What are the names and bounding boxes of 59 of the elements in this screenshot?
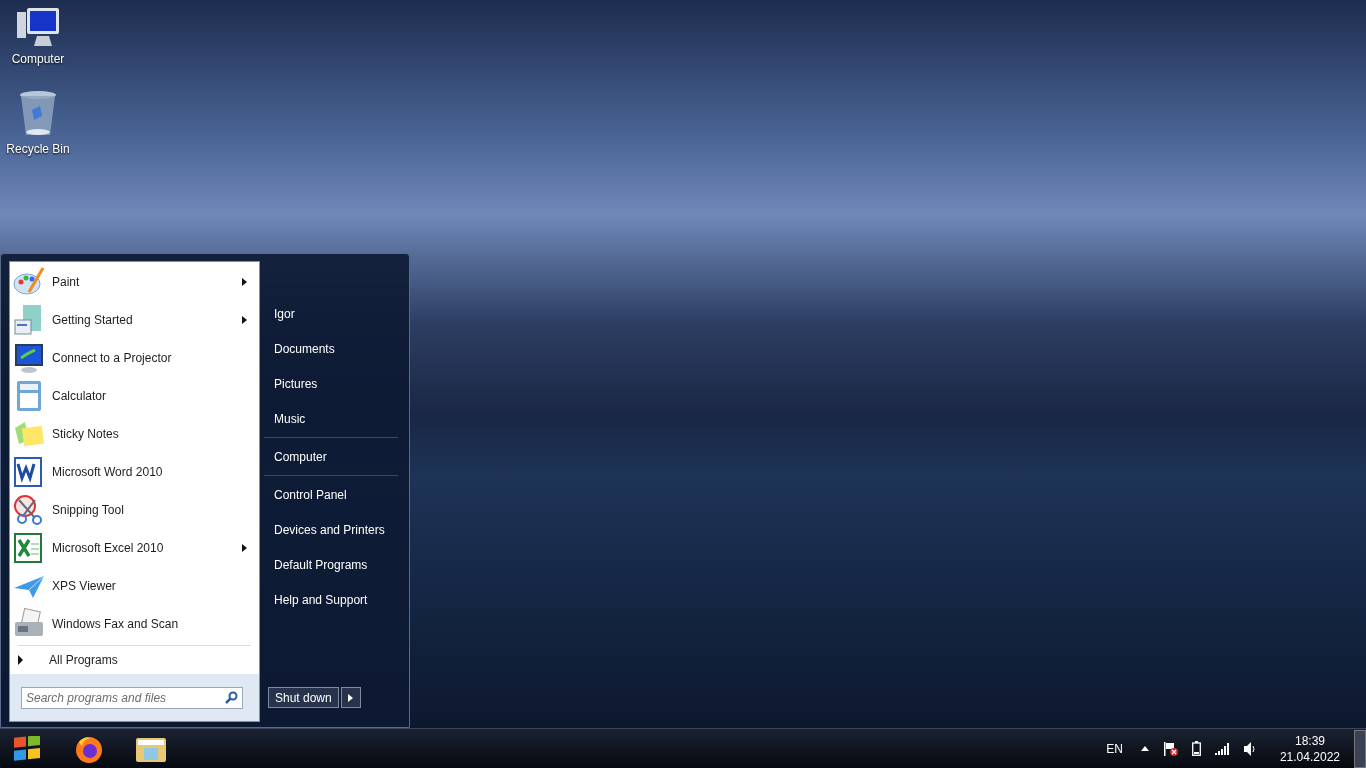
palette-icon	[13, 266, 45, 298]
flag-icon[interactable]	[1162, 740, 1179, 757]
start-menu-link[interactable]: Help and Support	[264, 582, 398, 617]
start-menu-link[interactable]: Igor	[264, 296, 398, 331]
caret-right-icon[interactable]	[242, 316, 247, 324]
program-item[interactable]: Connect to a Projector	[10, 339, 259, 377]
start-menu-link[interactable]: Default Programs	[264, 547, 398, 582]
windows-logo-icon	[12, 735, 42, 762]
caret-right-icon	[348, 693, 354, 702]
clock-date: 21.04.2022	[1279, 748, 1340, 765]
program-label: XPS Viewer	[52, 578, 117, 595]
desktop-shortcut[interactable]: Computer	[0, 6, 76, 68]
language-indicator[interactable]: EN	[1106, 739, 1123, 758]
speaker-icon[interactable]	[1243, 741, 1256, 756]
caret-right-icon[interactable]	[242, 544, 247, 552]
program-label: Snipping Tool	[52, 502, 125, 519]
start-menu-link[interactable]: Music	[264, 401, 398, 436]
program-item[interactable]: Snipping Tool	[10, 491, 259, 529]
recycle-bin-icon	[18, 90, 58, 138]
start-menu-link[interactable]: Pictures	[264, 366, 398, 401]
program-item[interactable]: Getting Started	[10, 301, 259, 339]
program-label: Microsoft Word 2010	[52, 464, 164, 481]
caret-right-icon[interactable]	[242, 278, 247, 286]
clock[interactable]: 18:39 21.04.2022	[1279, 732, 1340, 765]
word-document-icon	[13, 456, 45, 488]
start-menu-link[interactable]: Devices and Printers	[264, 512, 398, 547]
shut-down-button[interactable]: Shut down	[268, 687, 339, 708]
program-item[interactable]: Microsoft Excel 2010	[10, 529, 259, 567]
search-field[interactable]: Search programs and files	[21, 686, 243, 709]
program-label: Calculator	[52, 388, 108, 405]
program-label: Connect to a Projector	[52, 350, 173, 367]
signal-icon[interactable]	[1214, 742, 1230, 755]
caret-up-icon[interactable]	[1140, 746, 1149, 751]
monitor-icon	[13, 342, 45, 374]
spreadsheet-icon	[13, 532, 45, 564]
shut-down-options-button[interactable]	[340, 687, 361, 708]
all-programs-item[interactable]: All Programs	[10, 648, 259, 672]
battery-icon[interactable]	[1191, 741, 1201, 756]
start-menu-link[interactable]: Documents	[264, 331, 398, 366]
caret-right-icon	[18, 655, 23, 665]
desktop-shortcut[interactable]: Recycle Bin	[0, 90, 76, 158]
program-label: Microsoft Excel 2010	[52, 540, 165, 557]
program-label: Getting Started	[52, 312, 134, 329]
program-item[interactable]: Calculator	[10, 377, 259, 415]
program-label: Paint	[52, 274, 81, 291]
search-icon	[225, 691, 238, 704]
computer-monitor-icon	[15, 6, 61, 48]
program-label: Windows Fax and Scan	[52, 616, 180, 633]
clock-time: 18:39	[1294, 732, 1325, 749]
program-item[interactable]: Microsoft Word 2010	[10, 453, 259, 491]
program-label: Sticky Notes	[52, 426, 120, 443]
program-item[interactable]: Windows Fax and Scan	[10, 605, 259, 643]
start-menu-link[interactable]: Control Panel	[264, 477, 398, 512]
start-menu-link[interactable]: Computer	[264, 439, 398, 474]
scissors-icon	[13, 494, 45, 526]
program-item[interactable]: Sticky Notes	[10, 415, 259, 453]
program-item[interactable]: XPS Viewer	[10, 567, 259, 605]
show-desktop-button[interactable]	[1354, 729, 1366, 768]
program-item[interactable]: Paint	[10, 263, 259, 301]
